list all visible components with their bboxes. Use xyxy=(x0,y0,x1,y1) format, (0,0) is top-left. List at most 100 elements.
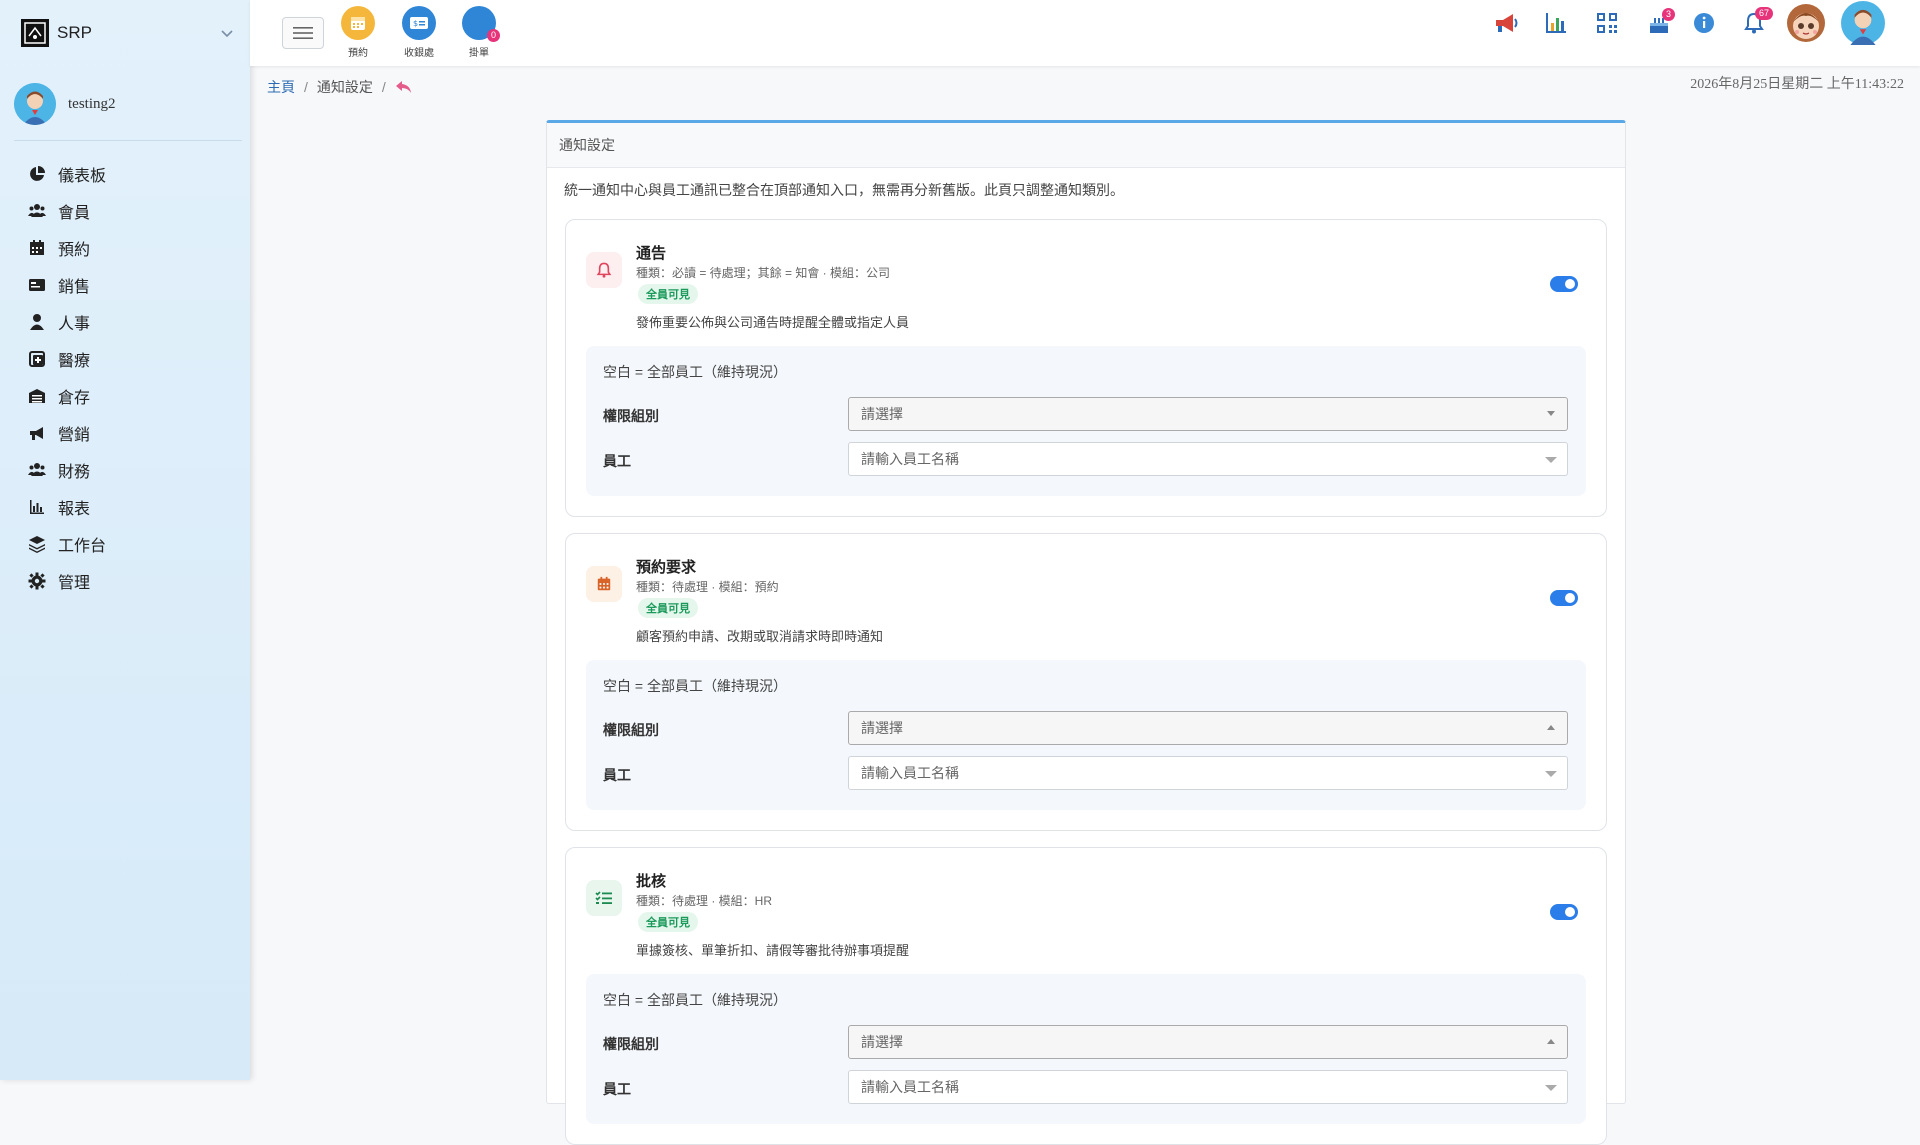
notification-count-badge: 67 xyxy=(1755,7,1774,20)
enable-toggle[interactable] xyxy=(1550,904,1578,920)
reports-shortcut-button[interactable] xyxy=(1541,0,1571,46)
calendar-icon xyxy=(30,239,44,255)
breadcrumb-separator: / xyxy=(304,79,308,95)
sidebar-item-reports[interactable]: 報表 xyxy=(28,488,238,525)
breadcrumb-home-link[interactable]: 主頁 xyxy=(267,77,295,97)
sidebar-item-workbench[interactable]: 工作台 xyxy=(28,525,238,562)
user-avatar-button[interactable] xyxy=(1840,0,1886,46)
sidebar-item-label: 報表 xyxy=(58,500,91,518)
birthday-count-badge: 3 xyxy=(1662,8,1676,21)
filter-hint: 空白 = 全部員工（維持現況） xyxy=(603,678,787,694)
sidebar-item-hr[interactable]: 人事 xyxy=(28,303,238,340)
quick-cashier-button[interactable]: $ 收銀處 xyxy=(389,6,449,59)
hold-count-badge: 0 xyxy=(486,29,500,42)
breadcrumb: 主頁 / 通知設定 / xyxy=(267,77,413,97)
sidebar-item-sales[interactable]: 銷售 xyxy=(28,266,238,303)
brand-logo xyxy=(21,19,49,47)
checklist-icon xyxy=(586,880,622,916)
menu-toggle-button[interactable] xyxy=(282,17,324,49)
mascot-avatar[interactable] xyxy=(1784,0,1828,46)
sidebar-item-dashboard[interactable]: 儀表板 xyxy=(28,155,238,192)
group-label: 權限組別 xyxy=(603,1036,659,1052)
back-arrow-icon[interactable] xyxy=(395,79,413,95)
bar-chart-icon xyxy=(30,499,44,514)
section-booking-request: 預約要求 種類：待處理 · 模組：預約 全員可見 顧客預約申請、改期或取消請求時… xyxy=(565,533,1607,831)
visibility-badge: 全員可見 xyxy=(638,912,698,932)
quick-booking-button[interactable]: 預約 xyxy=(328,6,388,59)
notification-button[interactable]: 67 xyxy=(1739,0,1774,46)
staff-select-placeholder: 請輸入員工名稱 xyxy=(861,765,959,781)
sidebar-nav: 儀表板 會員 預約 銷售 人事 醫療 倉存 營銷 財務 報表 工作台 管理 xyxy=(28,155,238,599)
megaphone-icon xyxy=(1496,14,1518,32)
qr-code-button[interactable] xyxy=(1592,0,1622,46)
recipient-filter: 空白 = 全部員工（維持現況） 權限組別 請選擇 員工 請輸入員工名稱 xyxy=(586,346,1586,496)
quick-hold-button[interactable]: 0 掛單 xyxy=(449,6,509,59)
user-profile[interactable]: testing2 xyxy=(14,83,116,125)
medical-icon xyxy=(29,350,45,367)
caret-up-icon xyxy=(1547,1039,1555,1044)
staff-select[interactable]: 請輸入員工名稱 xyxy=(848,756,1568,790)
quick-label: 收銀處 xyxy=(404,48,434,59)
section-meta: 種類：必讀 = 待處理；其餘 = 知會 · 模組：公司 xyxy=(636,266,891,280)
sidebar-item-label: 預約 xyxy=(58,241,91,259)
sidebar-item-warehouse[interactable]: 倉存 xyxy=(28,377,238,414)
filter-hint: 空白 = 全部員工（維持現況） xyxy=(603,364,787,380)
visibility-badge: 全員可見 xyxy=(638,284,698,304)
info-button[interactable] xyxy=(1689,0,1719,46)
bar-chart-icon xyxy=(1546,13,1566,33)
hamburger-icon xyxy=(293,27,313,39)
sidebar-divider xyxy=(14,140,242,141)
users-icon xyxy=(28,203,46,217)
mascot-icon xyxy=(1787,4,1825,42)
sidebar-item-label: 工作台 xyxy=(58,537,107,555)
layers-icon xyxy=(29,535,45,553)
quick-label: 預約 xyxy=(348,48,368,59)
pie-chart-icon xyxy=(30,165,45,181)
sidebar-item-label: 倉存 xyxy=(58,389,91,407)
brand[interactable]: SRP xyxy=(21,18,236,48)
staff-label: 員工 xyxy=(603,767,631,783)
notification-settings-card: 通知設定 統一通知中心與員工通訊已整合在頂部通知入口，無需再分新舊版。此頁只調整… xyxy=(546,120,1626,1145)
recipient-filter: 空白 = 全部員工（維持現況） 權限組別 請選擇 員工 請輸入員工名稱 xyxy=(586,974,1586,1124)
bell-icon xyxy=(586,252,622,288)
finance-users-icon xyxy=(28,462,46,476)
chevron-down-icon[interactable] xyxy=(218,24,236,42)
sidebar-item-label: 儀表板 xyxy=(58,167,107,185)
section-meta: 種類：待處理 · 模組：預約 xyxy=(636,580,779,594)
announcement-button[interactable] xyxy=(1491,0,1521,46)
user-name: testing2 xyxy=(68,95,116,112)
card-description: 統一通知中心與員工通訊已整合在頂部通知入口，無需再分新舊版。此頁只調整通知類別。 xyxy=(564,182,1124,198)
calendar-icon xyxy=(341,6,375,40)
section-description: 發佈重要公佈與公司通告時提醒全體或指定人員 xyxy=(636,315,910,330)
sidebar-item-finance[interactable]: 財務 xyxy=(28,451,238,488)
chevron-down-icon xyxy=(1545,771,1557,777)
recipient-filter: 空白 = 全部員工（維持現況） 權限組別 請選擇 員工 請輸入員工名稱 xyxy=(586,660,1586,810)
staff-select[interactable]: 請輸入員工名稱 xyxy=(848,442,1568,476)
group-select[interactable]: 請選擇 xyxy=(848,397,1568,431)
sidebar-item-medical[interactable]: 醫療 xyxy=(28,340,238,377)
sidebar-item-members[interactable]: 會員 xyxy=(28,192,238,229)
group-select[interactable]: 請選擇 xyxy=(848,711,1568,745)
group-select-placeholder: 請選擇 xyxy=(861,720,903,736)
cashier-icon: $ xyxy=(402,6,436,40)
sidebar-item-booking[interactable]: 預約 xyxy=(28,229,238,266)
sidebar-item-marketing[interactable]: 營銷 xyxy=(28,414,238,451)
group-select[interactable]: 請選擇 xyxy=(848,1025,1568,1059)
sidebar-item-label: 財務 xyxy=(58,463,91,481)
sidebar-item-label: 醫療 xyxy=(58,352,91,370)
filter-hint: 空白 = 全部員工（維持現況） xyxy=(603,992,787,1008)
current-datetime: 2026年8月25日星期二 上午11:43:22 xyxy=(1690,77,1904,92)
staff-select[interactable]: 請輸入員工名稱 xyxy=(848,1070,1568,1104)
enable-toggle[interactable] xyxy=(1550,590,1578,606)
birthday-button[interactable]: 3 xyxy=(1644,0,1676,46)
enable-toggle[interactable] xyxy=(1550,276,1578,292)
megaphone-icon xyxy=(30,426,43,440)
avatar-icon xyxy=(1841,1,1885,45)
sidebar-item-admin[interactable]: 管理 xyxy=(28,562,238,599)
caret-down-icon xyxy=(1547,411,1555,416)
section-description: 單據簽核、單筆折扣、請假等審批待辦事項提醒 xyxy=(636,943,910,958)
group-select-placeholder: 請選擇 xyxy=(861,406,903,422)
brand-name: SRP xyxy=(57,23,92,42)
sidebar-item-label: 營銷 xyxy=(58,426,91,444)
sidebar-item-label: 銷售 xyxy=(58,278,91,296)
